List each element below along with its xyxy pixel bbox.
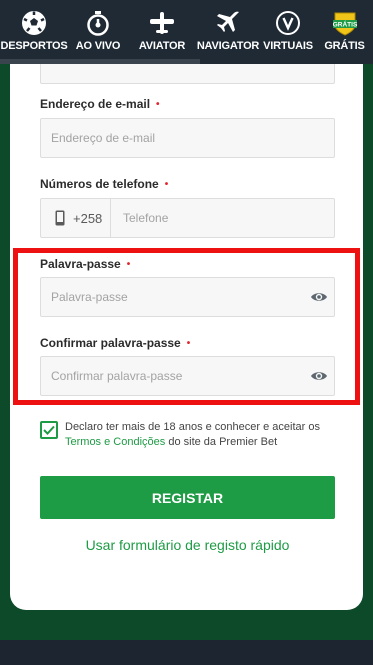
- nav-label: VIRTUAIS: [263, 40, 313, 52]
- checkmark-icon: [43, 425, 55, 435]
- nav-item-gratis[interactable]: GRÁTIS GRÁTIS: [316, 0, 373, 64]
- phone-country-code: +258: [73, 210, 103, 226]
- nav-item-aviator[interactable]: AVIATOR: [128, 0, 196, 64]
- plane-icon: [214, 9, 242, 37]
- email-field[interactable]: Endereço de e-mail: [40, 118, 335, 158]
- terms-link[interactable]: Termos e Condições: [65, 436, 165, 448]
- previous-field-input[interactable]: [40, 64, 335, 84]
- nav-label: GRÁTIS: [324, 40, 365, 52]
- required-marker: •: [156, 99, 160, 110]
- required-marker: •: [164, 179, 169, 190]
- consent-text: Declaro ter mais de 18 anos e conhecer e…: [65, 421, 320, 448]
- phone-field[interactable]: +258 Telefone: [40, 198, 335, 238]
- airplane-icon: [148, 9, 176, 37]
- virtual-v-icon: [274, 9, 302, 37]
- consent-checkbox[interactable]: [40, 421, 58, 439]
- highlight-box: [13, 248, 360, 405]
- soccer-ball-icon: [20, 9, 48, 37]
- phone-input[interactable]: Telefone: [111, 199, 168, 237]
- register-button[interactable]: REGISTAR: [40, 476, 335, 519]
- email-label: Endereço de e-mail •: [40, 97, 160, 111]
- nav-item-navigator[interactable]: NAVIGATOR: [196, 0, 260, 64]
- phone-label: Números de telefone •: [40, 177, 169, 191]
- nav-label: NAVIGATOR: [196, 40, 260, 52]
- bottom-bar: [0, 640, 373, 665]
- nav-label: AO VIVO: [75, 40, 121, 52]
- mobile-phone-icon: [55, 210, 65, 226]
- nav-item-virtuais[interactable]: VIRTUAIS: [260, 0, 316, 64]
- phone-prefix[interactable]: +258: [41, 199, 111, 237]
- nav-label: DESPORTOS: [0, 40, 68, 52]
- email-placeholder: Endereço de e-mail: [51, 131, 156, 145]
- svg-text:GRÁTIS: GRÁTIS: [332, 20, 357, 29]
- top-nav: DESPORTOS AO VIVO AVIATOR NAVIGATOR VIRT…: [0, 0, 373, 64]
- stopwatch-icon: [84, 9, 112, 37]
- quick-registration-link[interactable]: Usar formulário de registo rápido: [40, 534, 335, 556]
- nav-item-desportos[interactable]: DESPORTOS: [0, 0, 68, 64]
- nav-label: AVIATOR: [138, 40, 186, 52]
- nav-item-ao-vivo[interactable]: AO VIVO: [68, 0, 128, 64]
- gratis-badge-icon: GRÁTIS: [331, 9, 359, 37]
